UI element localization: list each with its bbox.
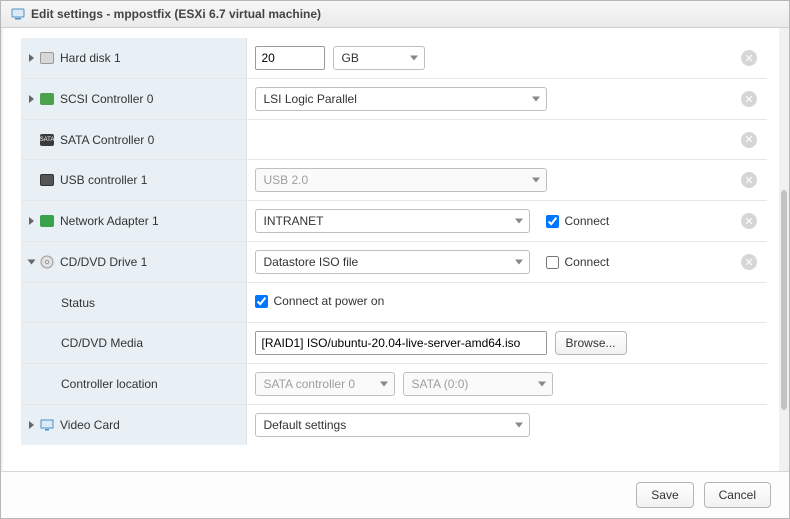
nic-connect-option[interactable]: Connect	[546, 214, 610, 228]
row-cddvd-media: CD/DVD Media Browse...	[21, 323, 767, 364]
expand-icon[interactable]	[29, 217, 34, 225]
dialog-titlebar[interactable]: Edit settings - mppostfix (ESXi 6.7 virt…	[1, 1, 789, 28]
scrollbar-thumb[interactable]	[781, 190, 787, 410]
usb-icon	[40, 174, 54, 186]
media-label: CD/DVD Media	[61, 336, 143, 350]
hardware-list: Hard disk 1 GB ✕	[1, 28, 779, 471]
row-cddvd-drive: CD/DVD Drive 1 Datastore ISO file Connec…	[21, 242, 767, 283]
remove-scsi-button[interactable]: ✕	[741, 91, 757, 107]
hard-disk-label: Hard disk 1	[60, 51, 121, 65]
collapse-icon[interactable]	[28, 260, 36, 265]
remove-cddvd-button[interactable]: ✕	[741, 254, 757, 270]
cancel-button[interactable]: Cancel	[704, 482, 771, 508]
remove-hard-disk-button[interactable]: ✕	[741, 50, 757, 66]
connect-at-poweron-checkbox[interactable]	[255, 295, 268, 308]
cddvd-connect-label: Connect	[565, 255, 610, 269]
chevron-down-icon	[380, 382, 388, 387]
nic-connect-label: Connect	[565, 214, 610, 228]
row-controller-location: Controller location SATA controller 0 SA…	[21, 364, 767, 405]
nic-network-select[interactable]: INTRANET	[255, 209, 530, 233]
monitor-icon	[40, 419, 54, 431]
controller-select-label: SATA controller 0	[264, 377, 356, 391]
remove-nic-button[interactable]: ✕	[741, 213, 757, 229]
row-sata-controller: SATA SATA Controller 0 ✕	[21, 120, 767, 160]
scsi-type-label: LSI Logic Parallel	[264, 92, 357, 106]
cddvd-connect-option[interactable]: Connect	[546, 255, 610, 269]
controller-select[interactable]: SATA controller 0	[255, 372, 395, 396]
sata-icon: SATA	[40, 134, 54, 146]
remove-sata-button[interactable]: ✕	[741, 132, 757, 148]
hard-disk-unit-label: GB	[342, 51, 359, 65]
row-network-adapter: Network Adapter 1 INTRANET Connect	[21, 201, 767, 242]
media-path-input[interactable]	[255, 331, 547, 355]
nic-label: Network Adapter 1	[60, 214, 159, 228]
row-video-card: Video Card Default settings	[21, 405, 767, 446]
nic-icon	[40, 215, 54, 227]
hard-disk-unit-select[interactable]: GB	[333, 46, 425, 70]
video-card-label: Video Card	[60, 418, 120, 432]
cddvd-type-label: Datastore ISO file	[264, 255, 359, 269]
cddvd-connect-checkbox[interactable]	[546, 256, 559, 269]
chevron-down-icon	[532, 97, 540, 102]
dialog-body: Hard disk 1 GB ✕	[1, 28, 789, 471]
video-settings-select[interactable]: Default settings	[255, 413, 530, 437]
hard-disk-size-input[interactable]	[255, 46, 325, 70]
video-settings-label: Default settings	[264, 418, 347, 432]
connect-at-poweron-label: Connect at power on	[274, 294, 385, 308]
chevron-down-icon	[515, 260, 523, 265]
scsi-type-select[interactable]: LSI Logic Parallel	[255, 87, 547, 111]
usb-label: USB controller 1	[60, 173, 147, 187]
row-scsi-controller: SCSI Controller 0 LSI Logic Parallel ✕	[21, 79, 767, 120]
row-cddvd-status: Status Connect at power on	[21, 283, 767, 323]
cddvd-type-select[interactable]: Datastore ISO file	[255, 250, 530, 274]
expand-icon[interactable]	[29, 421, 34, 429]
edit-settings-dialog: Edit settings - mppostfix (ESXi 6.7 virt…	[0, 0, 790, 519]
cddvd-label: CD/DVD Drive 1	[60, 255, 147, 269]
chevron-down-icon	[515, 423, 523, 428]
nic-network-label: INTRANET	[264, 214, 324, 228]
remove-usb-button[interactable]: ✕	[741, 172, 757, 188]
chevron-down-icon	[538, 382, 546, 387]
connect-at-poweron-option[interactable]: Connect at power on	[255, 294, 385, 308]
browse-button[interactable]: Browse...	[555, 331, 627, 355]
controller-location-label: Controller location	[61, 377, 158, 391]
usb-type-label: USB 2.0	[264, 173, 309, 187]
scsi-label: SCSI Controller 0	[60, 92, 153, 106]
chevron-down-icon	[410, 56, 418, 61]
usb-type-select[interactable]: USB 2.0	[255, 168, 547, 192]
row-usb-controller: USB controller 1 USB 2.0 ✕	[21, 160, 767, 201]
controller-port-select[interactable]: SATA (0:0)	[403, 372, 553, 396]
chevron-down-icon	[515, 219, 523, 224]
dialog-title: Edit settings - mppostfix (ESXi 6.7 virt…	[31, 7, 321, 21]
hard-disk-icon	[40, 52, 54, 64]
vertical-scrollbar[interactable]	[779, 28, 789, 471]
row-hard-disk: Hard disk 1 GB ✕	[21, 38, 767, 79]
expand-icon[interactable]	[29, 95, 34, 103]
expand-icon[interactable]	[29, 54, 34, 62]
vm-icon	[11, 7, 25, 21]
sata-label: SATA Controller 0	[60, 133, 154, 147]
dialog-footer: Save Cancel	[1, 471, 789, 518]
scsi-icon	[40, 93, 54, 105]
nic-connect-checkbox[interactable]	[546, 215, 559, 228]
chevron-down-icon	[532, 178, 540, 183]
save-button[interactable]: Save	[636, 482, 693, 508]
status-label: Status	[61, 296, 95, 310]
disc-icon	[40, 255, 54, 269]
controller-port-label: SATA (0:0)	[412, 377, 469, 391]
